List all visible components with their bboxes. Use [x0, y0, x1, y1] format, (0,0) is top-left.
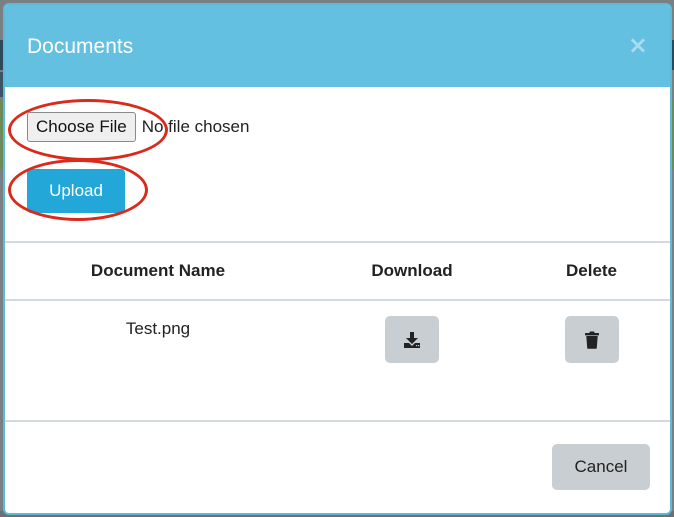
table-row: Test.png [5, 300, 670, 420]
header-document-name: Document Name [5, 241, 311, 301]
file-input[interactable]: Choose File No file chosen [27, 112, 249, 142]
document-name-cell: Test.png [125, 319, 191, 338]
close-icon: × [627, 31, 648, 59]
modal-header: Documents × [5, 5, 670, 87]
modal-footer: Cancel [5, 420, 670, 513]
download-cell [311, 300, 513, 420]
trash-icon [584, 331, 599, 349]
delete-button[interactable] [564, 316, 619, 363]
cancel-button[interactable]: Cancel [552, 444, 650, 490]
upload-button[interactable]: Upload [27, 169, 125, 213]
modal-title: Documents [27, 35, 134, 58]
documents-modal: Documents × Choose File No file chosen U… [3, 3, 672, 515]
download-button[interactable] [385, 316, 439, 363]
header-download: Download [311, 241, 513, 301]
header-delete: Delete [513, 241, 670, 301]
choose-file-button[interactable]: Choose File [27, 112, 136, 142]
modal-body: Choose File No file chosen Upload Docume… [5, 87, 670, 422]
download-icon [404, 331, 420, 348]
close-button[interactable]: × [628, 31, 648, 59]
file-status-text: No file chosen [141, 117, 250, 136]
table-header-row: Document Name Download Delete [5, 241, 670, 301]
delete-cell [513, 300, 670, 420]
documents-table: Document Name Download Delete Test.png [5, 241, 670, 420]
